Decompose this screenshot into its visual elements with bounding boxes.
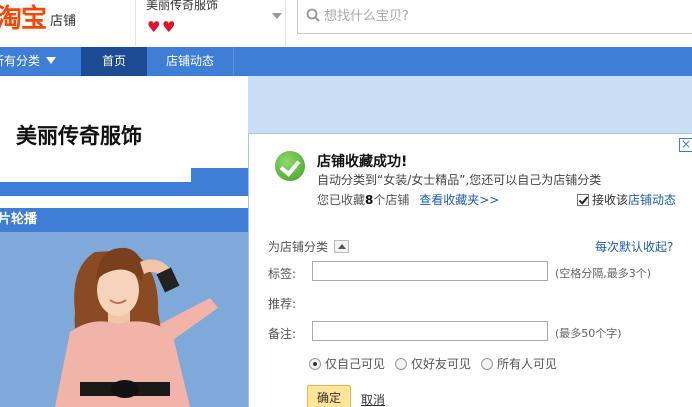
nav-all-categories[interactable]: 所有分类 [0, 47, 57, 76]
tags-hint: (空格分隔,最多3个) [555, 267, 652, 280]
count-prefix: 您已收藏 [317, 193, 366, 207]
note-label: 备注: [268, 327, 297, 341]
shop-header: 淘宝 店铺 美丽传奇服饰 ♥ ♥ [0, 0, 692, 47]
radio-empty-icon[interactable] [481, 357, 494, 370]
shop-page: 淘宝 店铺 美丽传奇服饰 ♥ ♥ 所有分类 首页 店铺动态 [0, 0, 692, 407]
carousel-image[interactable] [0, 232, 248, 407]
heart-icon: ♥ [162, 18, 176, 36]
logo-text: 淘宝 [0, 4, 47, 34]
model-photo [0, 232, 248, 407]
dialog-subtitle: 自动分类到“女装/女士精品”,您还可以自己为店铺分类 [317, 173, 602, 187]
banner-shop-title: 美丽传奇服饰 [16, 124, 142, 148]
recommend-label: 推荐: [268, 297, 297, 311]
confirm-button[interactable]: 确定 [307, 385, 351, 407]
search-box [297, 0, 692, 34]
radio-friends-label: 仅好友可见 [411, 357, 472, 371]
note-input[interactable] [313, 322, 547, 340]
favorite-count-line: 您已收藏8个店铺 查看收藏夹>> [317, 191, 499, 208]
follow-accent: 店铺动态 [628, 193, 677, 207]
close-icon[interactable]: × [679, 138, 692, 152]
carousel-heading: 片轮播 [0, 208, 248, 232]
radio-private-label: 仅自己可见 [325, 357, 386, 371]
tags-field[interactable] [312, 261, 548, 281]
radio-private[interactable]: 仅自己可见 [309, 355, 385, 372]
shop-rating: ♥ ♥ [147, 18, 176, 36]
note-field[interactable] [312, 321, 548, 341]
nav-home[interactable]: 首页 [81, 47, 147, 76]
collapse-toggle-icon[interactable] [334, 240, 350, 253]
checkbox-checked-icon[interactable] [577, 193, 589, 206]
receive-dynamics-checkbox[interactable]: 接收该 店铺动态 [577, 191, 676, 208]
nav-all-categories-label: 所有分类 [0, 54, 41, 68]
dialog-title: 店铺收藏成功! [317, 154, 408, 170]
favorite-success-dialog: × 店铺收藏成功! 自动分类到“女装/女士精品”,您还可以自己为店铺分类 您已收… [248, 133, 692, 407]
caret-down-icon [46, 57, 57, 64]
tags-input[interactable] [313, 262, 547, 280]
radio-selected-icon[interactable] [309, 357, 321, 370]
radio-friends[interactable]: 仅好友可见 [395, 355, 471, 372]
visibility-options: 仅自己可见 仅好友可见 所有人可见 [309, 355, 557, 372]
taobao-logo[interactable]: 淘宝 店铺 [0, 0, 76, 33]
shop-nav: 所有分类 首页 店铺动态 [0, 47, 692, 76]
heart-icon: ♥ [147, 18, 161, 36]
shop-info-box[interactable]: 美丽传奇服饰 ♥ ♥ [135, 0, 286, 46]
shop-name: 美丽传奇服饰 [146, 0, 219, 12]
classify-section: 为店铺分类 [268, 238, 350, 255]
success-check-icon [275, 151, 305, 181]
carousel-heading-text: 片轮播 [0, 212, 38, 227]
chevron-down-icon[interactable] [272, 13, 282, 19]
radio-public-label: 所有人可见 [497, 357, 558, 371]
search-input[interactable] [324, 6, 664, 26]
count-suffix: 个店铺 [373, 193, 410, 207]
nav-shop-dynamics[interactable]: 店铺动态 [147, 47, 234, 76]
default-collapse-link[interactable]: 每次默认收起? [595, 238, 673, 255]
logo-suffix: 店铺 [50, 14, 77, 29]
cancel-link[interactable]: 取消 [361, 391, 385, 407]
radio-public[interactable]: 所有人可见 [481, 355, 557, 372]
classify-label: 为店铺分类 [268, 240, 329, 254]
tags-label: 标签: [268, 267, 297, 281]
follow-prefix: 接收该 [592, 193, 629, 207]
note-hint: (最多50个字) [555, 327, 622, 340]
search-icon [306, 8, 320, 22]
view-favorites-link[interactable]: 查看收藏夹>> [419, 193, 499, 207]
radio-empty-icon[interactable] [395, 357, 408, 370]
